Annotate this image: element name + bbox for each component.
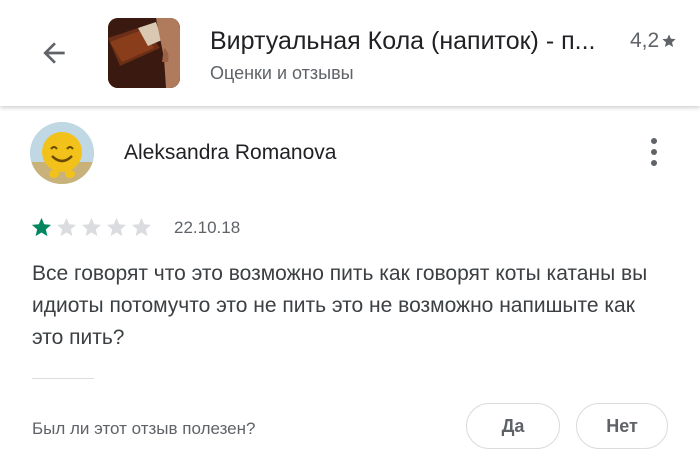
divider [32, 378, 94, 379]
star-icon [662, 34, 676, 47]
app-rating: 4,2 [630, 28, 677, 54]
app-rating-value: 4,2 [630, 29, 660, 52]
star-empty-icon [106, 217, 127, 237]
star-empty-icon [131, 217, 152, 237]
review-text: Все говорят что это возможно пить как го… [32, 262, 648, 349]
app-icon[interactable] [108, 18, 180, 88]
helpful-no-button[interactable]: Нет [576, 403, 668, 449]
more-vert-icon [651, 138, 657, 144]
arrow-back-icon [43, 42, 65, 64]
app-header: Виртуальная Кола (напиток) - п... Оценки… [0, 0, 700, 106]
helpful-yes-button[interactable]: Да [466, 403, 560, 449]
star-empty-icon [81, 217, 102, 237]
star-empty-icon [56, 217, 77, 237]
helpful-question: Был ли этот отзыв полезен? [32, 419, 256, 438]
smiley-avatar [30, 122, 94, 184]
back-button[interactable] [34, 33, 74, 73]
review-date: 22.10.18 [174, 218, 241, 237]
cola-drinking-icon [108, 18, 180, 88]
star-filled-icon [31, 217, 52, 237]
reviewer-name: Aleksandra Romanova [124, 141, 337, 164]
review-page: Виртуальная Кола (напиток) - п... Оценки… [0, 0, 700, 470]
ratings-subtitle: Оценки и отзывы [210, 63, 354, 83]
app-title: Виртуальная Кола (напиток) - п... [210, 27, 596, 55]
review-star-rating [30, 216, 153, 239]
more-options-button[interactable] [636, 134, 672, 170]
reviewer-avatar [30, 122, 94, 184]
